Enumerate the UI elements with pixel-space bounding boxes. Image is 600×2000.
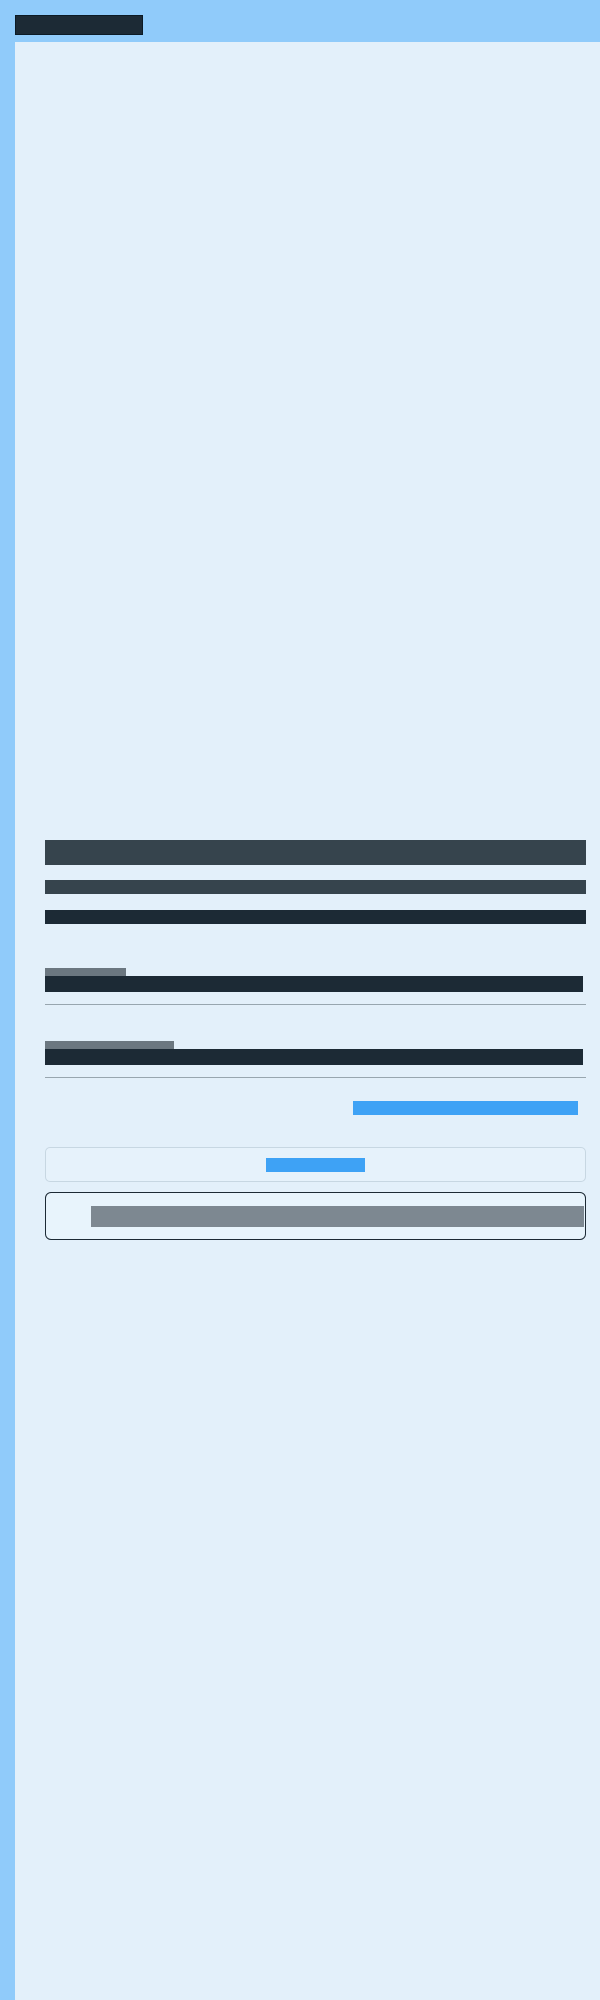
divider <box>45 1004 586 1005</box>
panel-button[interactable] <box>266 1158 365 1172</box>
app-logo[interactable] <box>15 15 143 35</box>
page-heading <box>45 840 586 865</box>
page-subheading <box>45 880 586 894</box>
footer-text <box>91 1206 584 1227</box>
field-input-1[interactable] <box>45 976 583 992</box>
divider <box>45 1077 586 1078</box>
field-label-2 <box>45 1041 174 1049</box>
field-input-2[interactable] <box>45 1049 583 1065</box>
field-label-1 <box>45 968 126 976</box>
body-text <box>45 910 586 924</box>
action-link[interactable] <box>353 1101 578 1115</box>
left-rail <box>0 42 15 2000</box>
content-area <box>15 42 600 2000</box>
